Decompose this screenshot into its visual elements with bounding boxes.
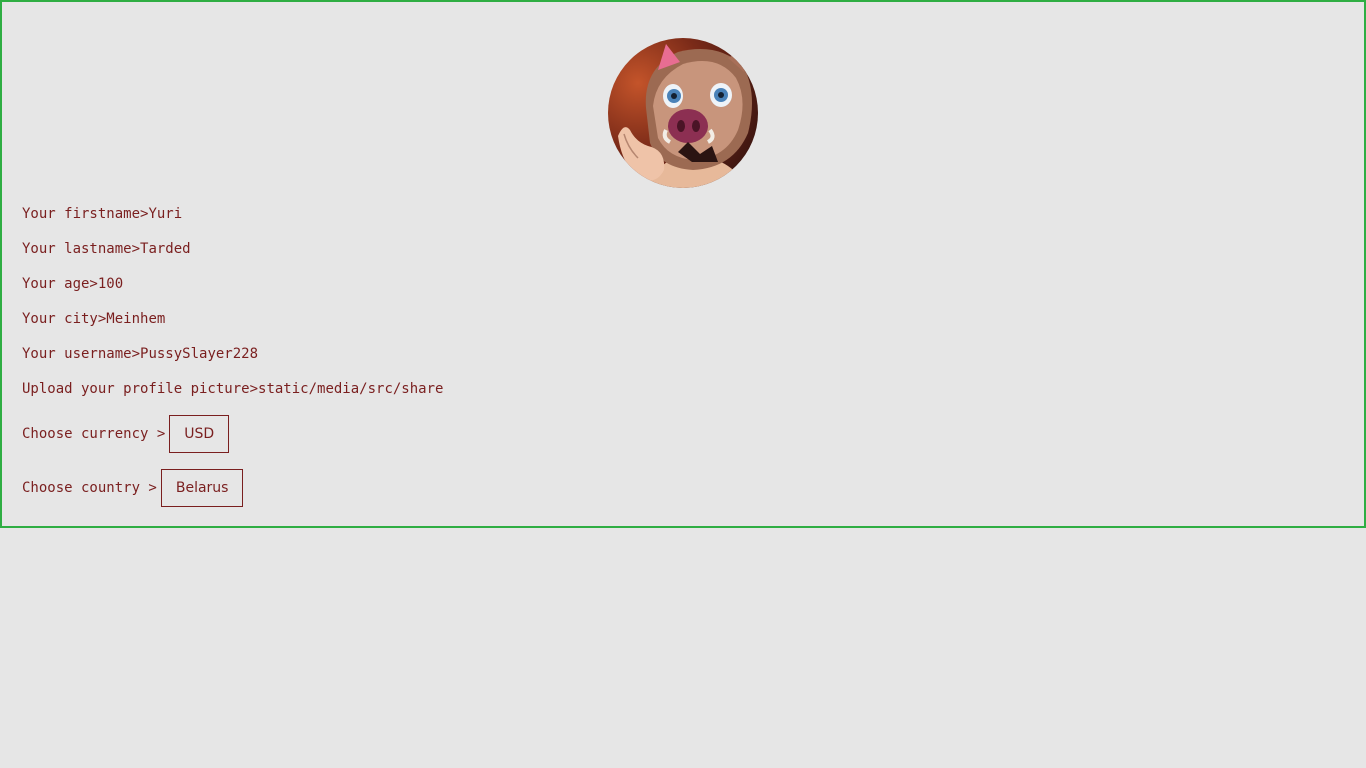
country-label: Choose country >: [22, 480, 157, 496]
city-value[interactable]: Meinhem: [106, 311, 165, 327]
currency-label: Choose currency >: [22, 426, 166, 442]
avatar-image: [608, 38, 758, 188]
field-username: Your username>PussySlayer228: [22, 344, 258, 364]
age-label: Your age>: [22, 276, 98, 292]
lastname-value[interactable]: Tarded: [140, 241, 191, 257]
field-city: Your city>Meinhem: [22, 309, 165, 329]
field-currency: Choose currency > USD: [22, 415, 230, 453]
username-label: Your username>: [22, 346, 141, 362]
avatar[interactable]: [608, 38, 758, 188]
country-select[interactable]: Belarus: [160, 469, 244, 507]
profile-panel: Your firstname>Yuri Your lastname>Tarded…: [0, 0, 1366, 528]
username-value[interactable]: PussySlayer228: [140, 346, 258, 362]
firstname-value[interactable]: Yuri: [148, 206, 182, 222]
field-country: Choose country > Belarus: [22, 469, 244, 507]
city-label: Your city>: [22, 311, 107, 327]
lastname-label: Your lastname>: [22, 241, 141, 257]
profile-picture-input[interactable]: [258, 379, 448, 399]
currency-select[interactable]: USD: [169, 415, 230, 453]
profile-picture-label: Upload your profile picture>: [22, 381, 259, 397]
age-value[interactable]: 100: [98, 276, 123, 292]
field-profile-picture: Upload your profile picture>: [22, 379, 448, 399]
field-firstname: Your firstname>Yuri: [22, 204, 182, 224]
field-age: Your age>100: [22, 274, 123, 294]
field-lastname: Your lastname>Tarded: [22, 239, 191, 259]
firstname-label: Your firstname>: [22, 206, 149, 222]
